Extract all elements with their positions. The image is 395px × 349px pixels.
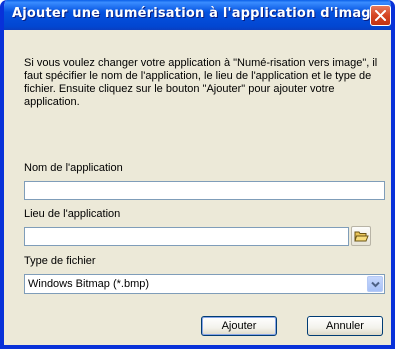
folder-open-icon [354, 231, 369, 242]
close-button[interactable] [370, 5, 391, 26]
dialog-body: Si vous voulez changer votre application… [4, 30, 391, 345]
file-type-label: Type de fichier [24, 255, 96, 267]
close-icon [375, 10, 386, 21]
description-text: Si vous voulez changer votre application… [24, 57, 378, 108]
dialog-window: Ajouter une numérisation à l'application… [0, 0, 395, 349]
add-button[interactable]: Ajouter [201, 316, 277, 336]
app-name-input[interactable] [24, 181, 385, 200]
cancel-button[interactable]: Annuler [307, 316, 383, 336]
chevron-down-icon [371, 281, 380, 288]
window-title: Ajouter une numérisation à l'application… [12, 6, 380, 21]
app-name-label: Nom de l'application [24, 162, 123, 174]
file-type-select[interactable]: Windows Bitmap (*.bmp) [24, 274, 385, 294]
app-location-input[interactable] [24, 227, 349, 246]
file-type-selected: Windows Bitmap (*.bmp) [28, 278, 150, 290]
dropdown-button[interactable] [367, 276, 383, 292]
title-bar[interactable]: Ajouter une numérisation à l'application… [4, 0, 391, 30]
browse-button[interactable] [351, 226, 371, 246]
app-location-label: Lieu de l'application [24, 208, 121, 220]
